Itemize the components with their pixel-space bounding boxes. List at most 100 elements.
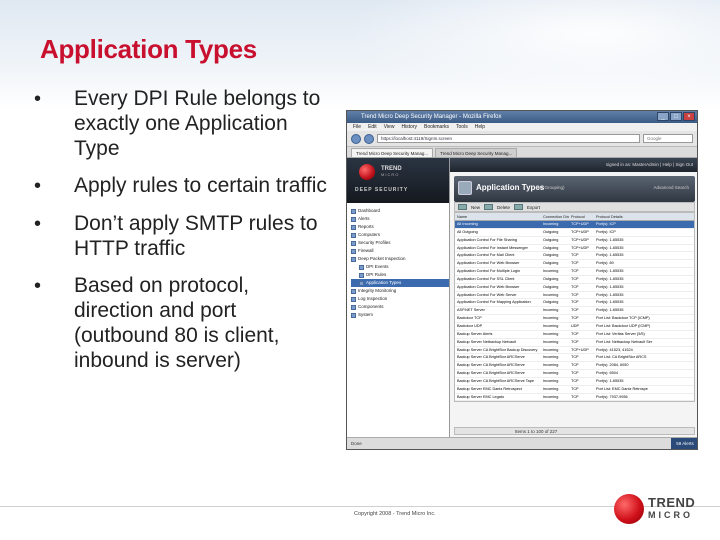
table-row[interactable]: Application Control For Mail Client Outgo… <box>455 252 694 261</box>
grouping-select[interactable]: (No Grouping) <box>536 185 565 190</box>
forward-icon[interactable] <box>364 133 374 144</box>
close-icon[interactable]: × <box>683 112 695 121</box>
table-cell: Outgoing <box>543 245 559 250</box>
table-row[interactable]: Application Control For Web Browser Outgo… <box>455 260 694 269</box>
table-cell: TCP <box>571 284 579 289</box>
table-cell: TCP <box>571 371 579 376</box>
window-titlebar: Trend Micro Deep Security Manager - Mozi… <box>347 111 697 123</box>
delete-button[interactable]: Delete <box>497 205 510 210</box>
menu-help[interactable]: Help <box>475 123 485 131</box>
tree-item-security-profiles[interactable]: Security Profiles <box>351 239 449 247</box>
table-cell: TCP <box>571 261 579 266</box>
browser-tab[interactable]: Trend Micro Deep Security Manag... <box>435 148 518 157</box>
export-icon[interactable] <box>514 204 524 210</box>
tree-item-integrity[interactable]: Integrity Monitoring <box>351 287 449 295</box>
table-row[interactable]: Backup Server CA BrightStor ARCServe Inco… <box>455 370 694 378</box>
back-icon[interactable] <box>351 133 361 144</box>
browser-search-input[interactable]: Google <box>643 134 693 143</box>
table-cell: Port(s): ICP <box>596 222 616 226</box>
table-row[interactable]: Backup Server Netbackup Netvault Incoming… <box>455 339 694 347</box>
tree-item-components[interactable]: Components <box>351 303 449 311</box>
menu-history[interactable]: History <box>401 123 417 131</box>
table-cell: TCP <box>571 331 579 336</box>
table-row[interactable]: Backdoor TCP Incoming TCP Port List: Backdo… <box>455 315 694 323</box>
menu-file[interactable]: File <box>353 123 361 131</box>
menu-tools[interactable]: Tools <box>456 123 468 131</box>
export-button[interactable]: Export <box>527 205 540 210</box>
table-cell: Backup Server Netbackup Netvault <box>457 339 517 344</box>
tree-item-dpi-rules[interactable]: DPI Rules <box>351 271 449 279</box>
table-cell: Port(s): 1-65535 <box>596 269 624 274</box>
table-cell: Port(s): 2084, 6050 <box>596 363 629 368</box>
tree-item-dpi[interactable]: Deep Packet Inspection <box>351 255 449 263</box>
new-button[interactable]: New <box>471 205 480 210</box>
table-row[interactable]: Backup Server EMC Legato Incoming TCP Port(… <box>455 394 694 402</box>
table-cell: TCP <box>571 378 579 383</box>
table-cell: TCP <box>571 316 579 321</box>
table-cell: UDP <box>571 323 580 328</box>
tree-item-log-inspection[interactable]: Log Inspection <box>351 295 449 303</box>
table-row[interactable]: Application Control For Mapping Applicat… <box>455 299 694 308</box>
table-row[interactable]: Backup Server CA BrightStor Backup Disco… <box>455 347 694 355</box>
copyright-text: Copyright 2008 - Trend Micro Inc. <box>354 511 436 517</box>
table-cell: Incoming <box>543 339 559 344</box>
tree-item-dashboard[interactable]: Dashboard <box>351 207 449 215</box>
maximize-icon[interactable]: □ <box>670 112 682 121</box>
delete-icon[interactable] <box>484 204 494 210</box>
table-row[interactable]: Backup Server CA BrightStor ARCServe Inco… <box>455 354 694 363</box>
column-header-protocol[interactable]: Protocol <box>569 213 594 220</box>
menu-edit[interactable]: Edit <box>368 123 377 131</box>
browser-tab[interactable]: Trend Micro Deep Security Manag... <box>351 148 434 157</box>
url-field[interactable]: https://localhost:4119/SignIn.screen <box>377 134 640 143</box>
alerts-badge[interactable]: 59 Alerts <box>671 438 697 449</box>
table-cell: Incoming <box>543 323 559 328</box>
table-row[interactable]: Application Control For Web Server Incomi… <box>455 292 694 300</box>
new-icon[interactable] <box>458 204 467 210</box>
table-cell: Application Control For Web Browser <box>457 261 520 266</box>
table-row[interactable]: All Incoming Incoming TCP+UDP Port(s): ICP <box>455 221 694 229</box>
user-strip[interactable]: signed in as: MasterAdmin | Help | Sign … <box>450 158 697 172</box>
table-row[interactable]: Application Control For SSL Client Outgoi… <box>455 276 694 284</box>
table-row[interactable]: Application Control For File Sharing Outg… <box>455 237 694 245</box>
table-cell: TCP+UDP <box>571 229 589 234</box>
tree-item-application-types[interactable]: Application Types <box>351 279 449 287</box>
menu-view[interactable]: View <box>384 123 395 131</box>
column-header-name[interactable]: Name <box>455 213 541 220</box>
table-cell: Port(s): 1-65535 <box>596 300 624 305</box>
tree-item-reports[interactable]: Reports <box>351 223 449 231</box>
tree-item-dpi-events[interactable]: DPI Events <box>351 263 449 271</box>
table-row[interactable]: Application Control For Web Browser Outgo… <box>455 284 694 292</box>
bullet-text: Don’t apply SMTP rules to HTTP traffic <box>74 212 318 260</box>
folder-icon <box>351 248 356 254</box>
tree-item-firewall[interactable]: Firewall <box>351 247 449 255</box>
column-header-direction[interactable]: Connection Direction <box>541 213 569 220</box>
bullet-dot: • <box>34 213 42 235</box>
column-header-details[interactable]: Protocol Details <box>594 213 694 220</box>
tree-item-system[interactable]: System <box>351 311 449 319</box>
table-row[interactable]: Application Control For Multiple Login In… <box>455 268 694 276</box>
minimize-icon[interactable]: _ <box>657 112 669 121</box>
folder-icon <box>351 288 356 294</box>
table-cell: Backup Server EMC Legato <box>457 394 505 399</box>
table-cell: TCP+UDP <box>571 237 589 242</box>
table-row[interactable]: Backup Server CA BrightStor ARCServe Inco… <box>455 362 694 371</box>
table-row[interactable]: ASP.NET Server Incoming TCP Port(s): 1-6553… <box>455 307 694 316</box>
table-row[interactable]: Backup Server Alerts Incoming TCP Port List… <box>455 331 694 339</box>
tree-item-computers[interactable]: Computers <box>351 231 449 239</box>
table-cell: TCP+UDP <box>571 245 589 250</box>
folder-icon <box>351 208 356 214</box>
tree-item-alerts[interactable]: Alerts <box>351 215 449 223</box>
advanced-search-link[interactable]: Advanced Search <box>653 185 689 190</box>
menu-bookmarks[interactable]: Bookmarks <box>424 123 449 131</box>
table-row[interactable]: All Outgoing Outgoing TCP+UDP Port(s): ICP <box>455 229 694 237</box>
table-row[interactable]: Backup Server CA BrightStor ARCServe Tap… <box>455 378 694 386</box>
table-cell: Port List: Backdoor UDP (ICMP) <box>596 323 651 328</box>
table-row[interactable]: Backup Server EMC Dantz Retrospect Incomi… <box>455 386 694 394</box>
table-cell: Application Control For Web Browser <box>457 284 520 289</box>
table-cell: TCP <box>571 269 579 274</box>
table-row[interactable]: Backdoor UDP Incoming UDP Port List: Backdo… <box>455 323 694 331</box>
table-cell: Backup Server CA BrightStor ARCServe <box>457 363 525 368</box>
table-row[interactable]: Application Control For Instant Messenge… <box>455 245 694 253</box>
table-cell: Port(s): 6504 <box>596 371 618 376</box>
table-cell: Application Control For Mapping Applicat… <box>457 300 531 305</box>
